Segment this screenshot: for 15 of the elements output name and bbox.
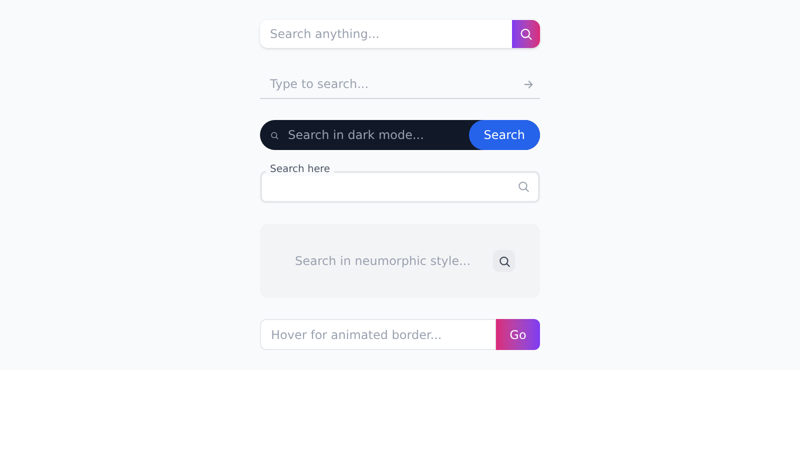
search-button[interactable] xyxy=(493,250,515,272)
search-field[interactable]: Search anything... xyxy=(260,20,512,48)
search-field[interactable]: Type to search... xyxy=(260,69,540,99)
search-icon xyxy=(498,254,510,268)
go-button[interactable]: Go xyxy=(496,319,540,350)
search-button[interactable] xyxy=(512,20,540,48)
search-field[interactable]: Hover for animated border... xyxy=(260,319,496,350)
search-icon xyxy=(270,130,279,140)
search-field[interactable]: Search in neumorphic style... xyxy=(295,252,493,270)
search-field[interactable]: Search in dark mode... Search xyxy=(260,120,540,150)
search-field[interactable] xyxy=(260,171,540,203)
search-button[interactable]: Search xyxy=(468,120,540,150)
field-label: Search here xyxy=(266,164,334,176)
search-icon xyxy=(519,27,533,41)
search-icon xyxy=(517,180,530,193)
